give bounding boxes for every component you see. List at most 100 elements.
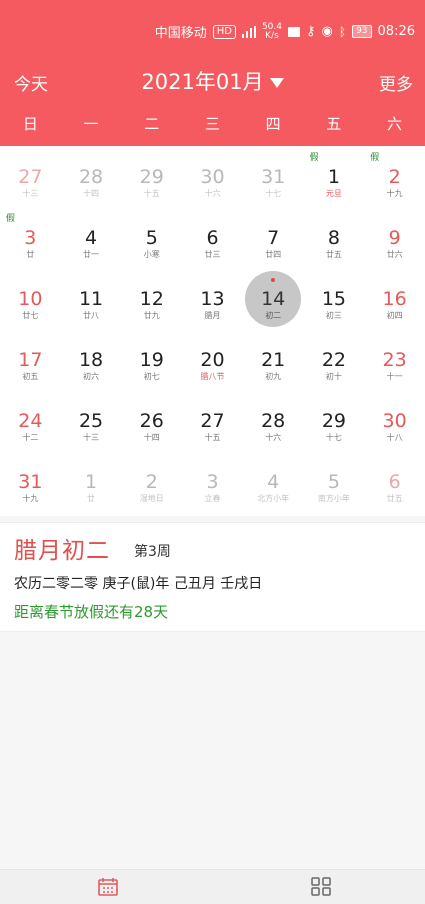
day-number: 3 bbox=[206, 471, 219, 493]
day-cell[interactable]: 假3廿 bbox=[0, 207, 61, 268]
weekday-tue: 二 bbox=[144, 115, 160, 133]
day-number: 5 bbox=[145, 227, 158, 249]
day-cell[interactable]: 29 十七 bbox=[304, 390, 365, 451]
day-cell[interactable]: 13 腊月 bbox=[182, 268, 243, 329]
day-number: 31 bbox=[18, 471, 43, 493]
day-cell[interactable]: 29 十五 bbox=[121, 146, 182, 207]
day-cell[interactable]: 14 初二 bbox=[243, 268, 304, 329]
day-number: 5 bbox=[327, 471, 340, 493]
lunar-label: 初三 bbox=[325, 311, 342, 320]
month-selector[interactable]: 2021年01月 bbox=[133, 66, 293, 96]
day-cell[interactable]: 假 2 十九 bbox=[364, 146, 425, 207]
weekday-sun: 日 bbox=[22, 115, 38, 133]
day-cell[interactable]: 11 廿八 bbox=[61, 268, 122, 329]
holiday-tag: 假 bbox=[370, 153, 380, 163]
day-cell[interactable]: 19 初七 bbox=[121, 329, 182, 390]
day-number: 17 bbox=[18, 349, 43, 371]
day-cell[interactable]: 假 1 元旦 bbox=[304, 146, 365, 207]
lunar-label: 初九 bbox=[265, 372, 282, 381]
lunar-label: 立春 bbox=[204, 494, 221, 503]
day-cell[interactable]: 30 十八 bbox=[364, 390, 425, 451]
lunar-label: 廿四 bbox=[265, 250, 282, 259]
day-cell[interactable]: 31 十九 bbox=[0, 451, 61, 512]
day-cell[interactable]: 4 北方小年 bbox=[243, 451, 304, 512]
day-cell[interactable]: 18 初六 bbox=[61, 329, 122, 390]
day-number: 28 bbox=[261, 410, 286, 432]
lunar-label: 廿 bbox=[87, 494, 96, 503]
day-cell[interactable]: 2 湿地日 bbox=[121, 451, 182, 512]
day-cell[interactable]: 26 十四 bbox=[121, 390, 182, 451]
lunar-label: 十一 bbox=[386, 372, 403, 381]
day-number: 27 bbox=[200, 410, 225, 432]
weekday-mon: 一 bbox=[83, 115, 99, 133]
day-cell[interactable]: 22 初十 bbox=[304, 329, 365, 390]
ganzhi-text: 农历二零二零 庚子(鼠)年 己丑月 壬戌日 bbox=[14, 576, 263, 592]
calendar-icon[interactable] bbox=[97, 877, 119, 897]
day-cell[interactable]: 23 十一 bbox=[364, 329, 425, 390]
day-cell[interactable]: 8 廿五 bbox=[304, 207, 365, 268]
today-button[interactable]: 今天 bbox=[14, 70, 48, 95]
day-cell[interactable]: 5 小寒 bbox=[121, 207, 182, 268]
day-cell[interactable]: 3 立春 bbox=[182, 451, 243, 512]
day-cell[interactable]: 6 廿五 bbox=[364, 451, 425, 512]
day-cell[interactable]: 27 十三 bbox=[0, 146, 61, 207]
lunar-label: 初四 bbox=[386, 311, 403, 320]
day-number: 2 bbox=[145, 471, 158, 493]
lunar-label: 十五 bbox=[204, 433, 221, 442]
day-cell[interactable]: 6 廿三 bbox=[182, 207, 243, 268]
calendar-grid: 27 十三 28 十四 29 十五 30 十六 31 十七假 1 元旦假 2 十九假 3 廿 4 廿一 5 小寒 6 廿三… bbox=[0, 146, 425, 516]
lunar-label: 十五 bbox=[143, 189, 160, 198]
day-cell[interactable]: 30 十六 bbox=[182, 146, 243, 207]
day-number: 19 bbox=[139, 349, 164, 371]
day-info-panel: 腊月初二 第3周 农历二零二零 庚子(鼠)年 己丑月 壬戌日 距离春节放假还有2… bbox=[0, 522, 425, 632]
day-cell[interactable]: 27 十五 bbox=[182, 390, 243, 451]
lunar-date-title: 腊月初二 bbox=[14, 538, 110, 564]
signal-icon bbox=[241, 25, 256, 38]
day-cell[interactable]: 1廿 bbox=[61, 451, 122, 512]
status-indicators: 中国移动 HD 50.4 K/s ⚷ ◉ ᛒ 93 08:26 bbox=[155, 22, 415, 41]
holiday-countdown[interactable]: 距离春节放假还有28天 bbox=[14, 601, 168, 622]
day-cell[interactable]: 21 初九 bbox=[243, 329, 304, 390]
day-cell[interactable]: 5 南方小年 bbox=[304, 451, 365, 512]
grid-icon[interactable] bbox=[310, 877, 332, 897]
day-number: 15 bbox=[321, 288, 346, 310]
day-number: 7 bbox=[267, 227, 280, 249]
holiday-tag: 假 bbox=[6, 214, 16, 224]
day-number: 28 bbox=[78, 166, 104, 188]
network-speed: 50.4 K/s bbox=[261, 21, 282, 41]
lunar-label: 腊月 bbox=[204, 311, 221, 320]
day-cell[interactable]: 12 廿九 bbox=[121, 268, 182, 329]
day-number: 29 bbox=[321, 410, 346, 432]
day-number: 21 bbox=[261, 349, 286, 371]
lunar-label: 十九 bbox=[22, 494, 39, 503]
day-number: 14 bbox=[261, 288, 286, 310]
lunar-label: 廿八 bbox=[83, 311, 100, 320]
day-cell[interactable]: 15 初三 bbox=[304, 268, 365, 329]
day-cell[interactable]: 28 十四 bbox=[61, 146, 122, 207]
day-cell[interactable]: 24 十二 bbox=[0, 390, 61, 451]
lunar-label: 十九 bbox=[386, 189, 403, 198]
day-number: 16 bbox=[382, 288, 407, 310]
day-number: 6 bbox=[206, 227, 219, 249]
day-cell[interactable]: 16 初四 bbox=[364, 268, 425, 329]
bluetooth-icon: ᛒ bbox=[338, 24, 347, 39]
day-cell[interactable]: 9 廿六 bbox=[364, 207, 425, 268]
lunar-label: 廿九 bbox=[143, 311, 160, 320]
month-label: 2021年01月 bbox=[141, 70, 264, 94]
day-cell[interactable]: 20 腊八节 bbox=[182, 329, 243, 390]
day-number: 9 bbox=[388, 227, 401, 249]
day-cell[interactable]: 10 廿七 bbox=[0, 268, 61, 329]
lunar-label: 廿三 bbox=[204, 250, 221, 259]
lunar-label: 廿 bbox=[26, 250, 35, 259]
day-cell[interactable]: 4 廿一 bbox=[61, 207, 122, 268]
day-number: 4 bbox=[267, 471, 280, 493]
more-button[interactable]: 更多 bbox=[379, 70, 413, 95]
day-number: 18 bbox=[78, 349, 104, 371]
day-cell[interactable]: 7 廿四 bbox=[243, 207, 304, 268]
day-cell[interactable]: 31 十七 bbox=[243, 146, 304, 207]
day-cell[interactable]: 17 初五 bbox=[0, 329, 61, 390]
day-number: 8 bbox=[327, 227, 340, 249]
day-cell[interactable]: 25 十三 bbox=[61, 390, 122, 451]
lunar-label: 初七 bbox=[143, 372, 160, 381]
day-cell[interactable]: 28 十六 bbox=[243, 390, 304, 451]
